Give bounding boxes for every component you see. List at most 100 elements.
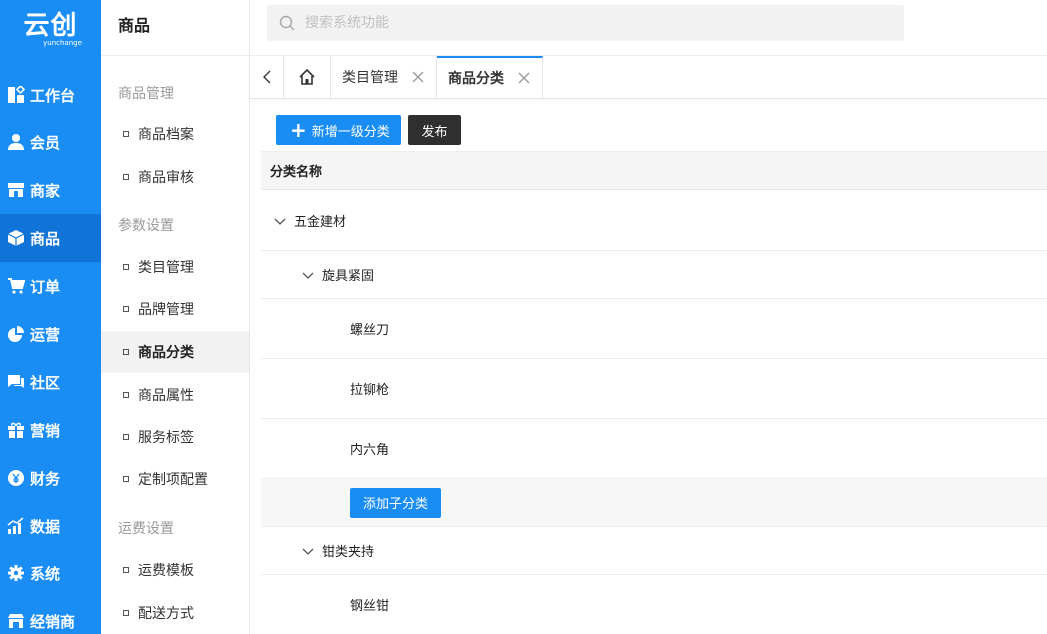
gift-icon <box>7 421 25 439</box>
publish-button[interactable]: 发布 <box>408 115 461 145</box>
table-row[interactable]: 五金建材 <box>261 191 1047 251</box>
submenu-item-brand-management[interactable]: 品牌管理 <box>101 288 249 330</box>
table-row[interactable]: 钳类夹持 <box>261 527 1047 575</box>
category-name: 内六角 <box>350 443 390 458</box>
close-icon[interactable] <box>518 72 530 84</box>
category-name: 拉铆枪 <box>350 383 390 398</box>
nav-item-member[interactable]: 会员 <box>0 118 101 166</box>
search-input[interactable] <box>305 15 865 31</box>
category-tree-table: 分类名称 五金建材 旋具紧固 螺丝刀 拉铆枪 内六角 添加子分类 钳类夹持 钢丝… <box>261 151 1047 614</box>
nav-item-system[interactable]: 系统 <box>0 549 101 597</box>
nav-label: 经销商 <box>30 612 76 631</box>
submenu-item-customization-config[interactable]: 定制项配置 <box>101 458 249 500</box>
chevron-down-icon[interactable] <box>302 545 314 557</box>
home-icon <box>298 68 316 86</box>
submenu-item-product-category[interactable]: 商品分类 <box>101 331 249 373</box>
table-row[interactable]: 拉铆枪 <box>261 359 1047 419</box>
submenu-item-label: 定制项配置 <box>138 472 208 488</box>
category-name: 钳类夹持 <box>322 545 375 560</box>
chevron-down-icon[interactable] <box>274 215 286 227</box>
category-name: 螺丝刀 <box>350 323 390 338</box>
logo-subtext: yunchange <box>43 38 82 47</box>
nav-item-merchant[interactable]: 商家 <box>0 166 101 214</box>
nav-item-workbench[interactable]: 工作台 <box>0 71 101 119</box>
tab-label: 类目管理 <box>342 70 398 86</box>
bullet-icon <box>123 610 129 616</box>
submenu-group-label: 商品管理 <box>118 86 174 102</box>
nav-label: 营销 <box>30 421 61 440</box>
nav-label: 商品 <box>30 229 61 248</box>
chat-icon <box>7 373 25 391</box>
bar-chart-icon <box>7 517 25 535</box>
submenu-item-service-tags[interactable]: 服务标签 <box>101 416 249 458</box>
nav-item-finance[interactable]: 财务 <box>0 454 101 502</box>
table-row[interactable]: 旋具紧固 <box>261 251 1047 299</box>
submenu-group-label: 运费设置 <box>118 521 174 537</box>
bullet-icon <box>123 567 129 573</box>
tab-category-management[interactable]: 类目管理 <box>331 56 437 98</box>
shop-icon <box>7 612 25 630</box>
nav-item-marketing[interactable]: 营销 <box>0 406 101 454</box>
nav-label: 订单 <box>30 277 61 296</box>
chevron-left-icon <box>262 70 272 84</box>
nav-label: 工作台 <box>30 86 76 105</box>
search-bar[interactable] <box>267 5 904 41</box>
tab-product-category[interactable]: 商品分类 <box>437 56 543 98</box>
submenu-item-delivery-method[interactable]: 配送方式 <box>101 592 249 634</box>
chevron-down-icon[interactable] <box>302 269 314 281</box>
tab-scroll-left-button[interactable] <box>250 56 284 98</box>
nav-label: 财务 <box>30 469 61 488</box>
bullet-icon <box>123 264 129 270</box>
submenu-title: 商品 <box>101 0 249 56</box>
store-icon <box>7 181 25 199</box>
button-label: 新增一级分类 <box>311 124 390 140</box>
logo-text: 云创 <box>23 10 78 41</box>
table-row-action: 添加子分类 <box>261 479 1047 527</box>
bullet-icon <box>123 476 129 482</box>
add-top-category-button[interactable]: + 新增一级分类 <box>276 115 401 145</box>
nav-item-order[interactable]: 订单 <box>0 262 101 310</box>
tab-home[interactable] <box>284 56 331 98</box>
submenu-item-label: 商品属性 <box>138 388 194 404</box>
search-icon <box>279 15 305 31</box>
submenu-item-label: 商品档案 <box>138 127 194 143</box>
nav-label: 运营 <box>30 325 61 344</box>
bullet-icon <box>123 434 129 440</box>
add-subcategory-button[interactable]: 添加子分类 <box>350 487 441 518</box>
tab-label: 商品分类 <box>448 71 504 87</box>
nav-item-data[interactable]: 数据 <box>0 502 101 550</box>
yen-icon <box>7 469 25 487</box>
nav-item-product[interactable]: 商品 <box>0 214 101 262</box>
nav-item-distributor[interactable]: 经销商 <box>0 597 101 634</box>
submenu-item-label: 类目管理 <box>138 260 194 276</box>
submenu: 商品 商品管理 商品档案 商品审核 参数设置 类目管理 品牌管理 商品分类 商品… <box>101 0 250 634</box>
bullet-icon <box>123 306 129 312</box>
pie-chart-icon <box>7 325 25 343</box>
submenu-item-label: 商品审核 <box>138 170 194 186</box>
submenu-item-category-management[interactable]: 类目管理 <box>101 246 249 288</box>
dashboard-icon <box>7 86 25 104</box>
close-icon[interactable] <box>412 71 424 83</box>
category-name: 钢丝钳 <box>350 599 390 614</box>
table-row[interactable]: 内六角 <box>261 419 1047 479</box>
nav-item-community[interactable]: 社区 <box>0 358 101 406</box>
table-row[interactable]: 钢丝钳 <box>261 575 1047 634</box>
submenu-group-label: 参数设置 <box>118 218 174 234</box>
plus-icon: + <box>290 118 307 142</box>
cart-icon <box>7 277 25 295</box>
submenu-item-product-review[interactable]: 商品审核 <box>101 156 249 198</box>
submenu-item-label: 配送方式 <box>138 606 194 622</box>
submenu-item-shipping-template[interactable]: 运费模板 <box>101 549 249 591</box>
nav-label: 社区 <box>30 373 61 392</box>
submenu-item-product-attributes[interactable]: 商品属性 <box>101 374 249 416</box>
submenu-item-product-archive[interactable]: 商品档案 <box>101 113 249 155</box>
table-row[interactable]: 螺丝刀 <box>261 299 1047 359</box>
submenu-item-label: 运费模板 <box>138 563 194 579</box>
main-nav: 云创 yunchange 工作台 会员 商家 商品 订单 运营 社区 营销 财务… <box>0 0 101 634</box>
category-name: 旋具紧固 <box>322 269 375 284</box>
bullet-icon <box>123 131 129 137</box>
nav-item-operation[interactable]: 运营 <box>0 310 101 358</box>
logo[interactable]: 云创 yunchange <box>0 0 101 58</box>
box-icon <box>7 229 25 247</box>
nav-label: 会员 <box>30 133 61 152</box>
